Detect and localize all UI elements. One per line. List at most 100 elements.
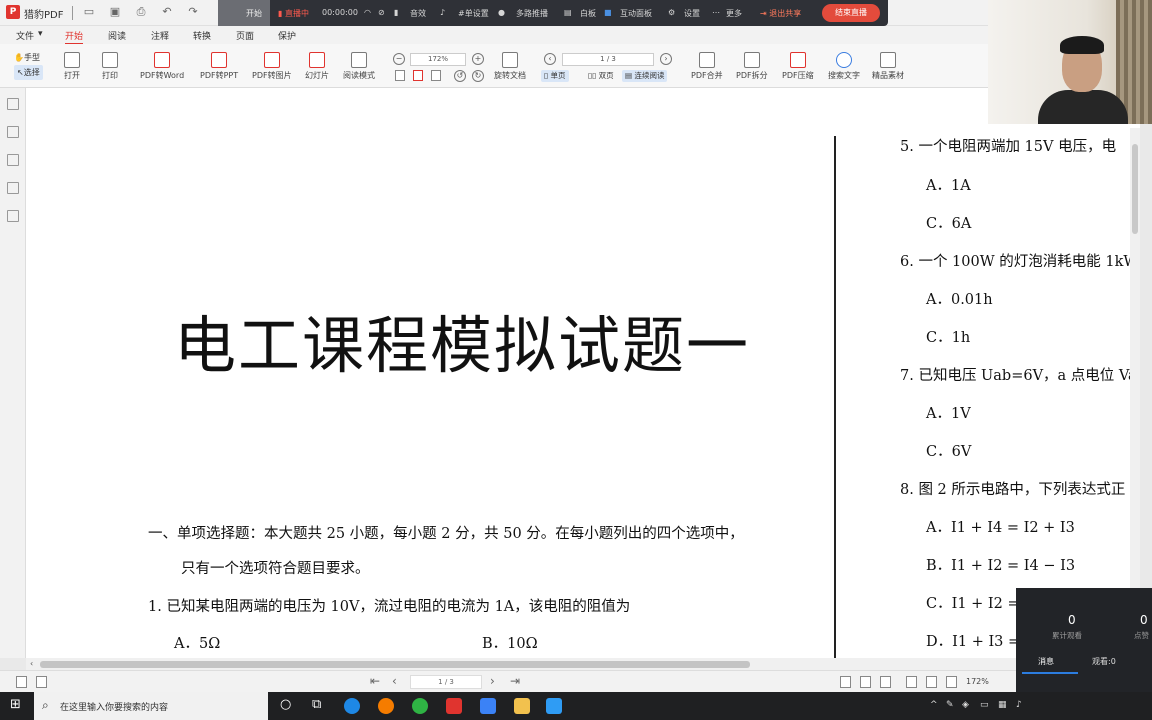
vertical-scrollbar[interactable]	[1130, 128, 1140, 658]
tab-viewers[interactable]: 观看:0	[1092, 656, 1116, 667]
wechat-icon[interactable]	[412, 698, 428, 714]
interactive-panel-button[interactable]: 互动面板	[620, 8, 652, 19]
settings-button[interactable]: 设置	[684, 8, 700, 19]
menu-tab-home[interactable]: 开始	[65, 29, 84, 45]
live-start-tab[interactable]: 开始	[218, 0, 270, 26]
mic-icon[interactable]: ♪	[440, 8, 445, 17]
end-live-button[interactable]: 结束直播	[822, 4, 880, 22]
print-button[interactable]: 打印	[102, 52, 118, 81]
last-page-icon[interactable]: ⇥	[510, 674, 520, 688]
rotate-left-icon[interactable]: ↺	[454, 70, 466, 82]
single-page-button[interactable]: ▯ 单页	[541, 70, 569, 82]
camera-off-icon[interactable]: ⊘	[378, 8, 385, 17]
horizontal-scrollbar[interactable]: ‹	[26, 658, 1140, 670]
zoom-input[interactable]: 172%	[410, 53, 466, 66]
fit-width-icon[interactable]	[413, 70, 423, 81]
tab-messages[interactable]: 消息	[1038, 656, 1054, 667]
tray-chevron-icon[interactable]: ^	[930, 700, 938, 710]
feishu-icon[interactable]	[480, 698, 496, 714]
subtitle-button[interactable]: #单设置	[458, 8, 489, 19]
next-page-icon[interactable]: ›	[660, 53, 672, 65]
vertical-scroll-thumb[interactable]	[1132, 144, 1138, 234]
video-icon[interactable]: ▮	[394, 8, 398, 17]
scroll-left-icon[interactable]: ‹	[30, 659, 33, 668]
app-logo: P	[6, 5, 20, 19]
page-number-input[interactable]: 1 / 3	[562, 53, 654, 66]
menu-tab-read[interactable]: 阅读	[108, 29, 126, 42]
rotate-right-icon[interactable]: ↻	[472, 70, 484, 82]
menu-tab-file[interactable]: 文件	[16, 29, 34, 42]
taskbar-search[interactable]: ⌕ 在这里输入你要搜索的内容	[34, 692, 268, 720]
zoom-out-icon[interactable]: −	[393, 53, 405, 65]
page-thumb-icon[interactable]	[16, 676, 27, 688]
menu-tab-page[interactable]: 页面	[236, 29, 254, 42]
materials-button[interactable]: 精品素材	[872, 52, 904, 81]
menu-tab-convert[interactable]: 转换	[193, 29, 211, 42]
double-page-button[interactable]: ▯▯ 双页	[585, 70, 617, 82]
read-mode-button[interactable]: 阅读模式	[343, 52, 375, 81]
multi-stream-button[interactable]: 多路推播	[516, 8, 548, 19]
audio-button[interactable]: 音效	[410, 8, 426, 19]
search-panel-icon[interactable]	[7, 182, 19, 194]
undo-icon[interactable]: ↶	[160, 5, 174, 19]
pdf-compress-button[interactable]: PDF压缩	[782, 52, 814, 81]
continuous-read-button[interactable]: ▤ 连续阅读	[622, 70, 668, 82]
single-view-icon[interactable]	[840, 676, 851, 688]
next-page-arrow-icon[interactable]: ›	[490, 674, 495, 688]
actual-icon[interactable]	[880, 676, 891, 688]
whiteboard-button[interactable]: 白板	[580, 8, 596, 19]
save-icon[interactable]: ▣	[108, 5, 122, 19]
more-button[interactable]: 更多	[726, 8, 742, 19]
outline-icon[interactable]	[7, 98, 19, 110]
pdf-app-icon[interactable]	[446, 698, 462, 714]
select-tool[interactable]: ↖选择	[14, 65, 43, 80]
double-view-icon[interactable]	[926, 676, 937, 688]
continuous-view-icon[interactable]	[906, 676, 917, 688]
tray-device-icon[interactable]: ▭	[980, 700, 989, 710]
fit-page-icon[interactable]	[395, 70, 405, 81]
tray-pen-icon[interactable]: ✎	[946, 700, 954, 710]
tray-volume-icon[interactable]: ♪	[1016, 700, 1022, 710]
tray-shield-icon[interactable]: ◈	[962, 700, 969, 710]
actual-size-icon[interactable]	[431, 70, 441, 81]
file-explorer-icon[interactable]	[514, 698, 530, 714]
menu-tab-protect[interactable]: 保护	[278, 29, 296, 42]
annotation-icon[interactable]	[7, 154, 19, 166]
prev-page-arrow-icon[interactable]: ‹	[392, 674, 397, 688]
pdf-split-button[interactable]: PDF拆分	[736, 52, 768, 81]
book-icon	[351, 52, 367, 68]
search-text-button[interactable]: 搜索文字	[828, 52, 860, 81]
book-view-icon[interactable]	[946, 676, 957, 688]
redo-icon[interactable]: ↷	[186, 5, 200, 19]
prev-page-icon[interactable]: ‹	[544, 53, 556, 65]
zoom-in-icon[interactable]: +	[472, 53, 484, 65]
status-zoom[interactable]: 172%	[966, 677, 989, 686]
horizontal-scroll-thumb[interactable]	[40, 661, 750, 668]
hand-tool[interactable]: ✋手型	[14, 50, 43, 65]
windows-start-icon[interactable]: ⊞	[10, 697, 21, 712]
page-view-icon[interactable]	[36, 676, 47, 688]
print-icon[interactable]: ⎙	[134, 5, 148, 19]
cortana-icon[interactable]: ○	[280, 697, 291, 712]
edge-browser-icon[interactable]	[344, 698, 360, 714]
menu-tab-annotate[interactable]: 注释	[151, 29, 169, 42]
thumbnail-icon[interactable]	[7, 126, 19, 138]
firefox-icon[interactable]	[378, 698, 394, 714]
folder-icon[interactable]: ▭	[82, 5, 96, 19]
document-viewport[interactable]: 电工课程模拟试题一 一、单项选择题：本大题共 25 小题，每小题 2 分，共 5…	[26, 88, 1140, 658]
slideshow-button[interactable]: 幻灯片	[305, 52, 329, 81]
screen-capture-icon[interactable]	[546, 698, 562, 714]
status-page-indicator[interactable]: 1 / 3	[410, 675, 482, 689]
exit-share-button[interactable]: ⇥ 退出共享	[760, 8, 801, 19]
pdf-to-image-button[interactable]: PDF转图片	[252, 52, 292, 81]
rotate-document-button[interactable]: 旋转文档	[494, 52, 526, 81]
task-view-icon[interactable]: ⧉	[312, 697, 321, 712]
pdf-to-word-button[interactable]: PDF转Word	[140, 52, 184, 81]
fit-icon[interactable]	[860, 676, 871, 688]
pdf-merge-button[interactable]: PDF合并	[691, 52, 723, 81]
first-page-icon[interactable]: ⇤	[370, 674, 380, 688]
open-button[interactable]: 打开	[64, 52, 80, 81]
tray-network-icon[interactable]: ▦	[998, 700, 1007, 710]
pdf-to-ppt-button[interactable]: PDF转PPT	[200, 52, 238, 81]
attachment-icon[interactable]	[7, 210, 19, 222]
